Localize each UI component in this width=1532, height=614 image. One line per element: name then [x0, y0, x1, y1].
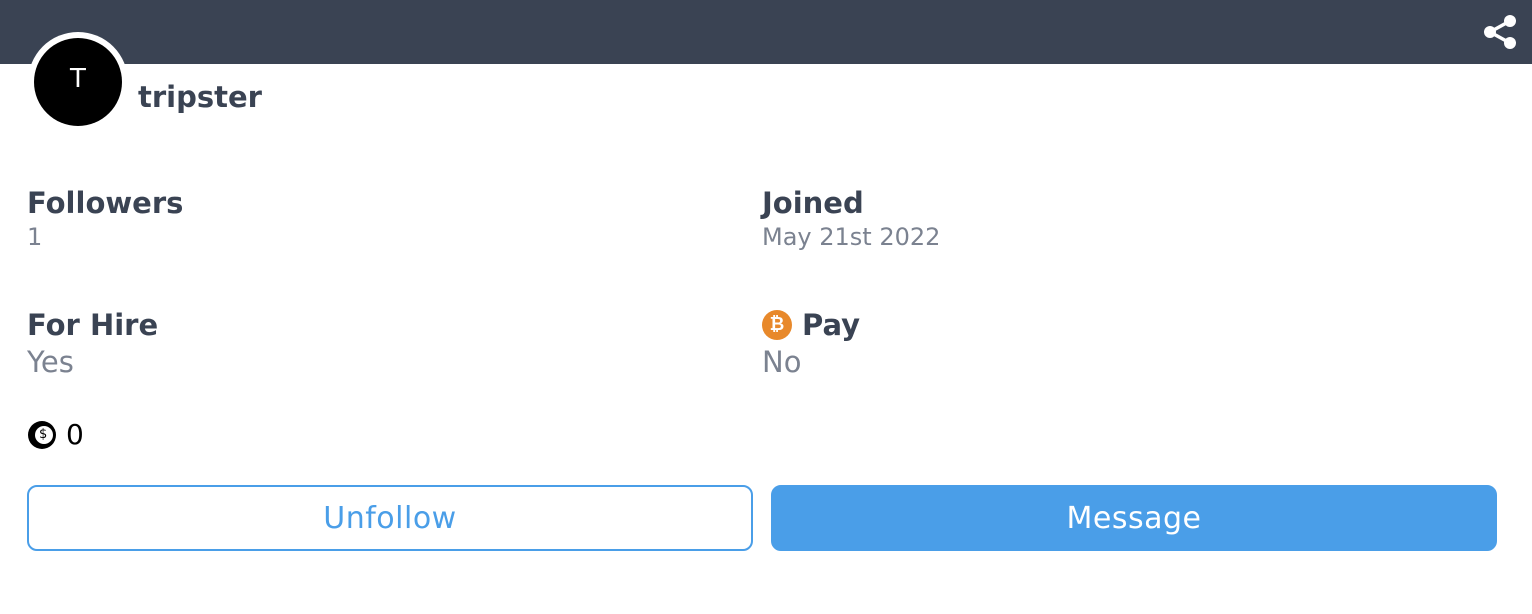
joined-value: May 21st 2022: [762, 223, 941, 251]
bitcoin-icon: ₿: [762, 310, 792, 340]
message-button[interactable]: Message: [771, 485, 1497, 551]
pay-label: Pay: [802, 308, 861, 342]
unfollow-button[interactable]: Unfollow: [27, 485, 753, 551]
pay-label-row: ₿ Pay: [762, 307, 860, 343]
share-icon: [1484, 15, 1516, 49]
joined-label: Joined: [762, 186, 864, 220]
pay-value: No: [762, 345, 802, 379]
share-button[interactable]: [1480, 12, 1520, 52]
coins-balance: $ 0: [28, 418, 84, 451]
joined-stat: Joined May 21st 2022: [762, 185, 940, 251]
followers-label: Followers: [27, 186, 184, 220]
username: tripster: [138, 80, 262, 114]
avatar[interactable]: T: [28, 32, 128, 132]
coin-icon: $: [28, 420, 56, 449]
followers-stat: Followers 1: [27, 185, 183, 251]
avatar-initial: T: [34, 38, 122, 126]
coins-value: 0: [66, 418, 84, 451]
pay-stat: ₿ Pay No: [762, 307, 860, 379]
for-hire-stat: For Hire Yes: [27, 307, 158, 379]
for-hire-value: Yes: [27, 345, 74, 379]
profile-banner: [0, 0, 1532, 64]
profile-card: T tripster Followers 1 Joined May 21st 2…: [0, 0, 1532, 614]
for-hire-label: For Hire: [27, 308, 159, 342]
followers-value: 1: [27, 223, 43, 251]
